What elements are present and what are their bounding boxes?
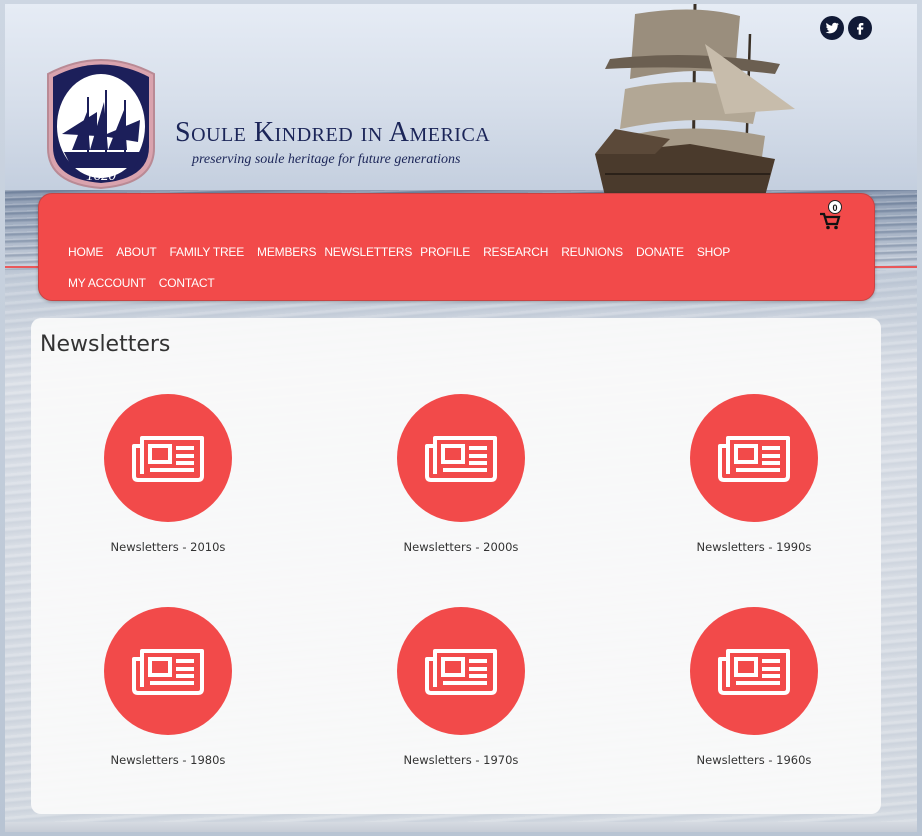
social-links bbox=[820, 16, 872, 40]
newsletter-circle[interactable] bbox=[690, 394, 818, 522]
newsletter-tile-1980s[interactable]: Newsletters - 1980s bbox=[58, 607, 278, 777]
nav-item-my-account[interactable]: MY ACCOUNT bbox=[68, 275, 146, 292]
nav-item-contact[interactable]: CONTACT bbox=[159, 275, 215, 292]
newsletter-circle[interactable] bbox=[104, 607, 232, 735]
nav-item-donate[interactable]: DONATE bbox=[636, 244, 684, 261]
page-title: Newsletters bbox=[40, 332, 171, 357]
nav-item-profile[interactable]: PROFILE bbox=[420, 244, 470, 261]
tile-label[interactable]: Newsletters - 1960s bbox=[644, 753, 864, 767]
nav-list: HOME ABOUT FAMILY TREE MEMBERS NEWSLETTE… bbox=[68, 244, 788, 292]
tile-label[interactable]: Newsletters - 2010s bbox=[58, 540, 278, 554]
page-background: 1620 Soule Kindred in America preserving… bbox=[5, 4, 917, 832]
nav-item-members[interactable]: MEMBERS bbox=[257, 244, 316, 261]
newsletter-tile-1990s[interactable]: Newsletters - 1990s bbox=[644, 394, 864, 564]
newspaper-icon bbox=[132, 436, 204, 482]
facebook-link[interactable] bbox=[848, 16, 872, 40]
content-card: Newsletters Newsletters - 2010s Newslett… bbox=[31, 318, 881, 814]
facebook-icon bbox=[857, 23, 864, 35]
footer-strip bbox=[5, 822, 917, 832]
newsletter-tile-1960s[interactable]: Newsletters - 1960s bbox=[644, 607, 864, 777]
newspaper-icon bbox=[425, 649, 497, 695]
ship-illustration bbox=[595, 4, 795, 196]
main-nav: 0 HOME ABOUT FAMILY TREE MEMBERS NEWSLET… bbox=[38, 193, 875, 301]
tile-label[interactable]: Newsletters - 1970s bbox=[351, 753, 571, 767]
site-logo[interactable]: 1620 bbox=[42, 52, 160, 190]
cart-button[interactable]: 0 bbox=[819, 200, 847, 232]
newspaper-icon bbox=[132, 649, 204, 695]
twitter-icon bbox=[825, 22, 839, 34]
newsletter-tile-2010s[interactable]: Newsletters - 2010s bbox=[58, 394, 278, 564]
tile-label[interactable]: Newsletters - 1980s bbox=[58, 753, 278, 767]
nav-item-research[interactable]: RESEARCH bbox=[483, 244, 548, 261]
nav-item-newsletters[interactable]: NEWSLETTERS bbox=[324, 244, 412, 261]
newsletter-tile-1970s[interactable]: Newsletters - 1970s bbox=[351, 607, 571, 777]
nav-item-home[interactable]: HOME bbox=[68, 244, 103, 261]
logo-year: 1620 bbox=[86, 168, 117, 184]
newspaper-icon bbox=[425, 436, 497, 482]
tile-label[interactable]: Newsletters - 1990s bbox=[644, 540, 864, 554]
tile-label[interactable]: Newsletters - 2000s bbox=[351, 540, 571, 554]
nav-item-reunions[interactable]: REUNIONS bbox=[561, 244, 623, 261]
site-tagline: preserving soule heritage for future gen… bbox=[192, 152, 461, 167]
newspaper-icon bbox=[718, 436, 790, 482]
cart-icon bbox=[820, 212, 841, 230]
newsletter-circle[interactable] bbox=[104, 394, 232, 522]
newsletter-tile-2000s[interactable]: Newsletters - 2000s bbox=[351, 394, 571, 564]
nav-item-about[interactable]: ABOUT bbox=[116, 244, 157, 261]
newspaper-icon bbox=[718, 649, 790, 695]
twitter-link[interactable] bbox=[820, 16, 844, 40]
nav-item-shop[interactable]: SHOP bbox=[697, 244, 730, 261]
nav-item-family-tree[interactable]: FAMILY TREE bbox=[170, 244, 245, 261]
newsletter-circle[interactable] bbox=[397, 607, 525, 735]
site-title[interactable]: Soule Kindred in America bbox=[175, 117, 490, 149]
newsletter-circle[interactable] bbox=[690, 607, 818, 735]
newsletter-circle[interactable] bbox=[397, 394, 525, 522]
